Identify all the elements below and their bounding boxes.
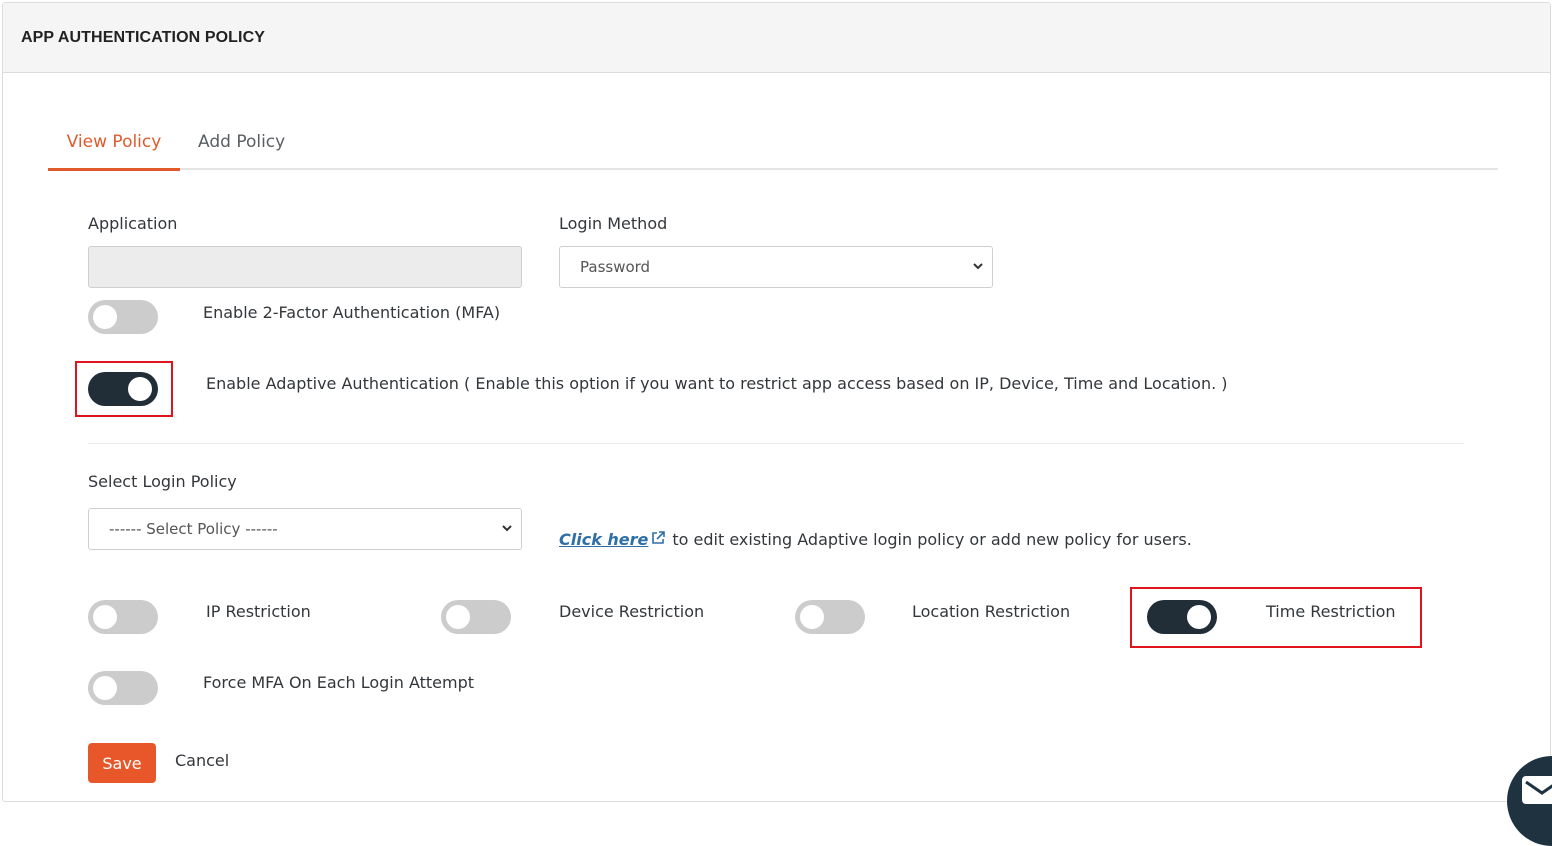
time-restriction-label: Time Restriction [1266,602,1396,621]
tab-view-policy[interactable]: View Policy [48,120,180,171]
login-policy-label: Select Login Policy [88,472,237,491]
policy-tabs: View Policy Add Policy [48,120,1498,171]
policy-link-description: to edit existing Adaptive login policy o… [672,530,1192,549]
location-restriction-label: Location Restriction [912,602,1071,621]
application-label: Application [88,214,178,233]
mfa-toggle-label: Enable 2-Factor Authentication (MFA) [203,303,501,322]
ip-restriction-toggle[interactable] [88,600,158,634]
force-mfa-label: Force MFA On Each Login Attempt [203,673,475,692]
toggle-knob [93,605,117,629]
time-restriction-toggle[interactable] [1147,600,1217,634]
force-mfa-toggle[interactable] [88,671,158,705]
section-divider [88,443,1464,444]
mfa-toggle[interactable] [88,300,158,334]
toggle-knob [800,605,824,629]
login-method-value: Password [580,258,651,276]
envelope-icon [1522,776,1552,804]
application-input[interactable] [88,246,522,288]
toggle-knob [128,377,152,401]
tab-add-policy[interactable]: Add Policy [198,120,285,170]
login-method-select[interactable]: Password [559,246,993,288]
adaptive-authentication-toggle[interactable] [88,372,158,406]
toggle-knob [446,605,470,629]
panel-header: APP AUTHENTICATION POLICY [3,3,1550,73]
chevron-down-icon [973,263,983,270]
panel-title: APP AUTHENTICATION POLICY [21,28,265,46]
policy-link-row: Click here to edit existing Adaptive logi… [559,530,1192,549]
toggle-knob [93,305,117,329]
ip-restriction-label: IP Restriction [206,602,311,621]
cancel-button[interactable]: Cancel [175,751,229,770]
location-restriction-toggle[interactable] [795,600,865,634]
device-restriction-toggle[interactable] [441,600,511,634]
external-link-icon[interactable] [650,530,666,546]
login-method-label: Login Method [559,214,668,233]
device-restriction-label: Device Restriction [559,602,705,621]
click-here-link[interactable]: Click here [559,530,648,549]
toggle-knob [1187,605,1211,629]
toggle-knob [93,676,117,700]
adaptive-authentication-label: Enable Adaptive Authentication ( Enable … [206,374,1228,393]
save-button[interactable]: Save [88,743,156,783]
login-policy-value: ------ Select Policy ------ [109,520,278,538]
chevron-down-icon [502,525,512,532]
login-policy-select[interactable]: ------ Select Policy ------ [88,508,522,550]
